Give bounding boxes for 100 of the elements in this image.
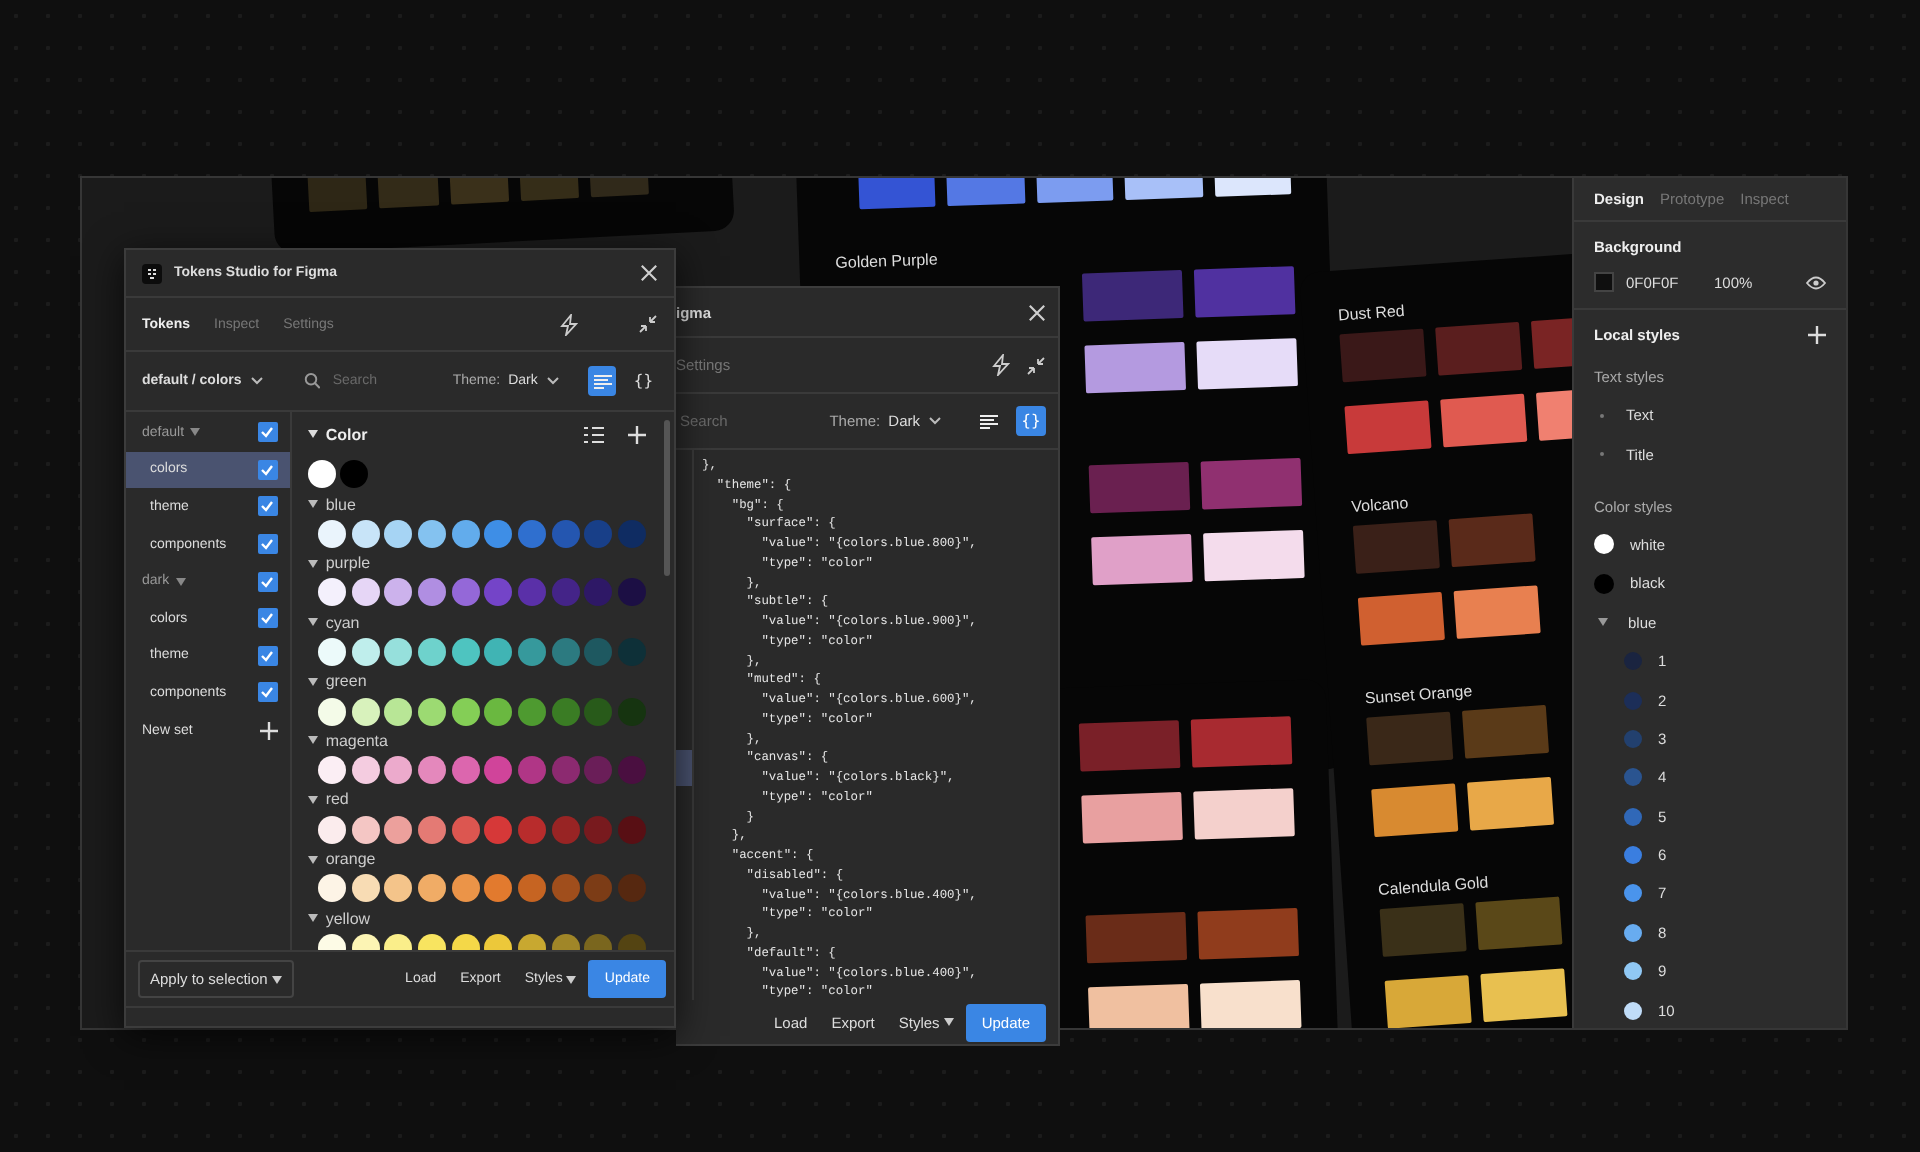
- color-swatch[interactable]: [384, 697, 413, 726]
- scrollbar[interactable]: [664, 420, 670, 576]
- color-swatch[interactable]: [484, 815, 513, 844]
- color-swatch[interactable]: [618, 874, 646, 903]
- color-swatch[interactable]: [551, 815, 580, 844]
- color-swatch[interactable]: [317, 815, 346, 844]
- plus-icon[interactable]: [259, 721, 278, 740]
- checkbox[interactable]: [257, 534, 278, 555]
- json-view-button[interactable]: {}: [628, 366, 658, 396]
- color-swatch[interactable]: [384, 756, 413, 785]
- color-swatch[interactable]: [317, 756, 346, 785]
- color-swatch[interactable]: [351, 874, 379, 903]
- color-swatch[interactable]: [417, 578, 446, 607]
- color-swatch[interactable]: [451, 578, 480, 607]
- color-swatch[interactable]: [584, 637, 613, 666]
- color-swatch[interactable]: [618, 697, 646, 726]
- collapse-icon[interactable]: [1026, 355, 1046, 375]
- group-label[interactable]: orange: [325, 850, 376, 869]
- color-swatch[interactable]: [307, 460, 336, 488]
- close-icon[interactable]: [640, 264, 658, 282]
- list-view-button[interactable]: [587, 366, 617, 396]
- checkbox[interactable]: [257, 459, 278, 480]
- color-swatch[interactable]: [584, 697, 613, 726]
- color-swatch[interactable]: [551, 637, 580, 666]
- color-swatch[interactable]: [317, 874, 346, 903]
- color-swatch[interactable]: [384, 815, 413, 844]
- color-swatch[interactable]: [484, 697, 513, 726]
- color-swatch[interactable]: [484, 874, 513, 903]
- color-swatch[interactable]: [584, 815, 613, 844]
- color-swatch[interactable]: [584, 874, 613, 903]
- color-swatch[interactable]: [384, 578, 413, 607]
- color-swatch[interactable]: [618, 578, 646, 607]
- color-swatch[interactable]: [384, 874, 413, 903]
- color-swatch[interactable]: [618, 519, 646, 548]
- color-swatch[interactable]: [417, 756, 446, 785]
- color-swatch[interactable]: [551, 874, 580, 903]
- checkbox[interactable]: [257, 422, 278, 443]
- color-swatch[interactable]: [451, 637, 480, 666]
- group-label[interactable]: cyan: [325, 613, 360, 632]
- color-swatch[interactable]: [517, 697, 546, 726]
- color-swatch[interactable]: [351, 756, 379, 785]
- color-swatch[interactable]: [351, 815, 379, 844]
- color-swatch[interactable]: [1594, 272, 1614, 292]
- group-label[interactable]: green: [325, 672, 367, 691]
- color-swatch[interactable]: [484, 756, 513, 785]
- checkbox[interactable]: [257, 645, 278, 666]
- checkbox[interactable]: [257, 608, 278, 629]
- color-swatch[interactable]: [484, 519, 513, 548]
- color-swatch[interactable]: [317, 519, 346, 548]
- color-swatch[interactable]: [451, 815, 480, 844]
- color-swatch[interactable]: [551, 578, 580, 607]
- color-swatch[interactable]: [384, 519, 413, 548]
- color-swatch[interactable]: [317, 697, 346, 726]
- color-swatch[interactable]: [484, 578, 513, 607]
- lightning-icon[interactable]: [992, 354, 1010, 376]
- collapse-icon[interactable]: [638, 314, 658, 334]
- color-swatch[interactable]: [584, 519, 613, 548]
- group-label[interactable]: yellow: [325, 909, 371, 928]
- group-label[interactable]: purple: [325, 554, 371, 573]
- checkbox[interactable]: [257, 496, 278, 517]
- color-swatch[interactable]: [417, 874, 446, 903]
- color-swatch[interactable]: [618, 815, 646, 844]
- group-label[interactable]: blue: [325, 495, 356, 513]
- color-swatch[interactable]: [417, 637, 446, 666]
- color-swatch[interactable]: [517, 874, 546, 903]
- color-swatch[interactable]: [618, 637, 646, 666]
- color-swatch[interactable]: [517, 815, 546, 844]
- color-swatch[interactable]: [317, 578, 346, 607]
- color-swatch[interactable]: [451, 874, 480, 903]
- color-swatch[interactable]: [351, 637, 379, 666]
- color-swatch[interactable]: [417, 697, 446, 726]
- eye-icon[interactable]: [1806, 275, 1826, 289]
- checkbox[interactable]: [257, 682, 278, 703]
- color-swatch[interactable]: [484, 637, 513, 666]
- color-swatch[interactable]: [351, 519, 379, 548]
- close-icon[interactable]: [1028, 303, 1046, 321]
- color-swatch[interactable]: [551, 697, 580, 726]
- color-swatch[interactable]: [339, 460, 368, 488]
- group-label[interactable]: red: [325, 790, 349, 809]
- json-view-button[interactable]: {}: [1016, 406, 1046, 436]
- bullet-list-icon[interactable]: [584, 425, 604, 443]
- color-swatch[interactable]: [417, 519, 446, 548]
- color-swatch[interactable]: [517, 578, 546, 607]
- color-swatch[interactable]: [351, 578, 379, 607]
- color-swatch[interactable]: [451, 756, 480, 785]
- color-swatch[interactable]: [517, 519, 546, 548]
- color-swatch[interactable]: [584, 756, 613, 785]
- color-swatch[interactable]: [517, 756, 546, 785]
- group-label[interactable]: magenta: [325, 731, 388, 750]
- color-swatch[interactable]: [351, 697, 379, 726]
- color-swatch[interactable]: [384, 637, 413, 666]
- color-swatch[interactable]: [618, 756, 646, 785]
- color-swatch[interactable]: [451, 519, 480, 548]
- color-swatch[interactable]: [417, 815, 446, 844]
- color-swatch[interactable]: [551, 756, 580, 785]
- plus-icon[interactable]: [1808, 326, 1826, 344]
- color-swatch[interactable]: [584, 578, 613, 607]
- checkbox[interactable]: [257, 571, 278, 592]
- color-swatch[interactable]: [551, 519, 580, 548]
- color-swatch[interactable]: [317, 637, 346, 666]
